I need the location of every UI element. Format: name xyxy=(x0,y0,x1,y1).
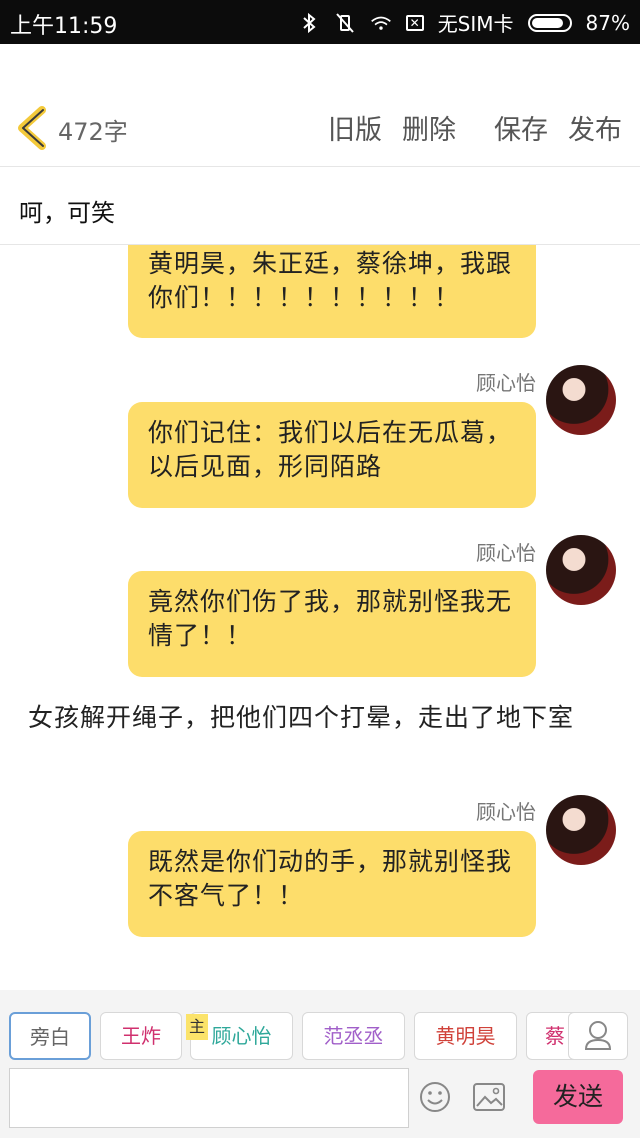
avatar[interactable] xyxy=(546,365,616,435)
message-bubble[interactable]: 你们记住：我们以后在无瓜葛，以后见面，形同陌路 xyxy=(128,402,536,508)
old-version-button[interactable]: 旧版 xyxy=(328,108,382,147)
character-tab-label: 范丞丞 xyxy=(323,1024,384,1048)
chat-area[interactable]: 黄明昊，朱正廷，蔡徐坤，我跟你们！！！！！！！！！！ 顾心怡 你们记住：我们以后… xyxy=(0,245,640,990)
editor-header: 472字 旧版 删除 保存 发布 xyxy=(0,44,640,167)
word-count: 472字 xyxy=(58,118,128,146)
publish-button[interactable]: 发布 xyxy=(568,108,622,147)
message-input[interactable] xyxy=(9,1068,409,1128)
header-actions: 旧版 删除 保存 发布 xyxy=(308,108,622,147)
chapter-title: 呵，可笑 xyxy=(19,199,115,227)
composer-panel: 旁白 王炸 顾心怡 主 范丞丞 黄明昊 蔡 发送 xyxy=(0,990,640,1138)
message-text: 既然是你们动的手，那就别怪我不客气了！！ xyxy=(148,847,513,910)
avatar[interactable] xyxy=(546,535,616,605)
character-tab-wangzha[interactable]: 王炸 xyxy=(100,1012,182,1060)
message-text: 你们记住：我们以后在无瓜葛，以后见面，形同陌路 xyxy=(148,418,513,481)
character-tab-label: 旁白 xyxy=(30,1025,70,1049)
message-bubble[interactable]: 既然是你们动的手，那就别怪我不客气了！！ xyxy=(128,831,536,937)
bluetooth-icon xyxy=(303,12,316,33)
narration-text[interactable]: 女孩解开绳子，把他们四个打晕，走出了地下室 xyxy=(28,701,608,734)
main-character-badge: 主 xyxy=(186,1014,208,1040)
character-tab-label: 王炸 xyxy=(121,1024,161,1048)
sender-name: 顾心怡 xyxy=(476,371,536,395)
delete-button[interactable]: 删除 xyxy=(402,108,456,147)
clock: 上午11:59 xyxy=(10,14,118,39)
image-icon[interactable] xyxy=(472,1082,506,1112)
status-bar: 上午11:59 ✕ 无SIM卡 87% xyxy=(0,0,640,44)
carrier-text: 无SIM卡 xyxy=(437,12,514,36)
send-button[interactable]: 发送 xyxy=(533,1070,623,1124)
message-bubble[interactable]: 黄明昊，朱正廷，蔡徐坤，我跟你们！！！！！！！！！！ xyxy=(128,245,536,338)
status-icons: ✕ 无SIM卡 87% xyxy=(284,8,630,37)
message-text: 竟然你们伤了我，那就别怪我无情了！！ xyxy=(148,587,513,650)
character-tab-narrator[interactable]: 旁白 xyxy=(9,1012,91,1060)
avatar[interactable] xyxy=(546,795,616,865)
character-tab-label: 蔡 xyxy=(545,1024,565,1048)
save-button[interactable]: 保存 xyxy=(494,108,548,147)
message-bubble[interactable]: 竟然你们伤了我，那就别怪我无情了！！ xyxy=(128,571,536,677)
character-tab-label: 黄明昊 xyxy=(435,1024,496,1048)
emoji-icon[interactable] xyxy=(418,1080,452,1114)
sender-name: 顾心怡 xyxy=(476,541,536,565)
message-text: 黄明昊，朱正廷，蔡徐坤，我跟你们！！！！！！！！！！ xyxy=(148,249,513,312)
character-tab-huangminghao[interactable]: 黄明昊 xyxy=(414,1012,517,1060)
person-icon xyxy=(584,1021,612,1050)
back-chevron-icon[interactable] xyxy=(14,106,52,150)
vibrate-off-icon xyxy=(335,12,354,33)
battery-percent: 87% xyxy=(585,10,630,35)
chapter-title-bar[interactable]: 呵，可笑 xyxy=(0,167,640,245)
wifi-icon xyxy=(370,16,391,30)
character-manager-button[interactable] xyxy=(568,1012,628,1060)
no-sim-icon: ✕ xyxy=(405,14,424,31)
character-tab-label: 顾心怡 xyxy=(211,1024,272,1048)
sender-name: 顾心怡 xyxy=(476,800,536,824)
battery-icon xyxy=(527,13,572,32)
character-tab-fanchengcheng[interactable]: 范丞丞 xyxy=(302,1012,405,1060)
